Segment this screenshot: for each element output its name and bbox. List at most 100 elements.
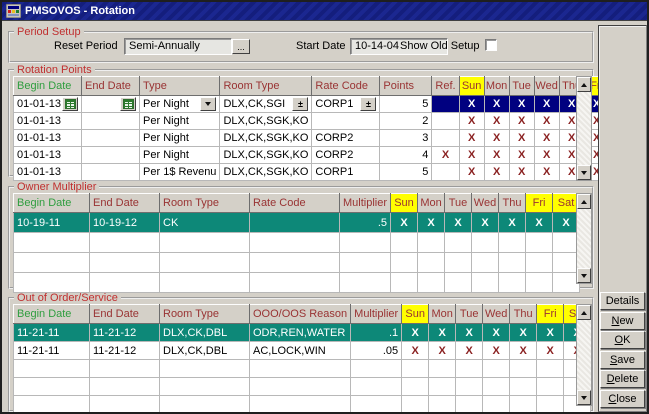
day-cell[interactable] [429,396,456,414]
day-cell[interactable]: X [445,213,472,233]
day-cell[interactable] [537,396,564,414]
day-cell[interactable]: X [534,164,559,181]
day-cell[interactable] [526,273,553,293]
grid-cell[interactable] [250,273,340,293]
day-cell[interactable]: X [509,113,534,130]
grid-cell[interactable]: 10-19-12 [90,213,160,233]
day-cell[interactable]: X [472,213,499,233]
day-cell[interactable]: X [483,342,510,360]
grid-cell[interactable] [14,253,90,273]
day-cell[interactable] [537,378,564,396]
grid-cell[interactable] [90,253,160,273]
new-button[interactable]: New [600,312,645,330]
day-cell[interactable]: X [510,324,537,342]
day-cell[interactable]: X [459,147,484,164]
day-cell[interactable] [402,378,429,396]
day-cell[interactable] [483,378,510,396]
grid-cell[interactable]: Per Night [140,130,220,147]
day-cell[interactable] [537,360,564,378]
day-cell[interactable]: X [499,213,526,233]
calendar-icon[interactable] [62,97,78,111]
scroll-up-icon[interactable] [577,305,591,320]
scroll-up-icon[interactable] [577,77,591,92]
day-cell[interactable] [499,233,526,253]
grid-cell[interactable] [160,360,250,378]
grid-cell[interactable]: X [432,147,459,164]
day-cell[interactable]: X [418,213,445,233]
grid-cell[interactable]: 10-19-11 [14,213,90,233]
day-cell[interactable] [526,253,553,273]
grid-cell[interactable] [14,233,90,253]
grid-cell[interactable]: 01-01-13 [14,130,82,147]
scroll-up-icon[interactable] [577,194,591,209]
grid-cell[interactable]: DLX,CK,SGK,KO [220,113,312,130]
day-cell[interactable]: X [510,342,537,360]
day-cell[interactable]: X [456,342,483,360]
grid-cell[interactable]: CORP2 [312,130,380,147]
day-cell[interactable] [418,233,445,253]
grid-cell[interactable] [14,360,90,378]
grid-cell[interactable]: DLX,CK,SGK,KO [220,164,312,181]
day-cell[interactable] [418,253,445,273]
scroll-track[interactable] [577,209,591,268]
grid-cell[interactable] [340,233,391,253]
grid-cell[interactable]: DLX,CK,SGI± [220,96,312,113]
day-cell[interactable]: X [484,113,509,130]
day-cell[interactable]: X [526,213,553,233]
day-cell[interactable]: X [537,342,564,360]
day-cell[interactable]: X [459,96,484,113]
grid-cell[interactable]: Per Night [140,96,220,113]
grid-cell[interactable]: 11-21-12 [90,342,160,360]
grid-cell[interactable]: 5 [380,96,432,113]
grid-cell[interactable] [250,233,340,253]
grid-cell[interactable]: CORP1 [312,164,380,181]
grid-cell[interactable]: DLX,CK,DBL [160,342,250,360]
day-cell[interactable] [510,378,537,396]
grid-cell[interactable] [351,360,402,378]
grid-cell[interactable] [14,396,90,414]
day-cell[interactable]: X [459,113,484,130]
reset-period-field[interactable]: Semi-Annually [124,38,232,55]
day-cell[interactable] [445,273,472,293]
day-cell[interactable] [456,378,483,396]
day-cell[interactable] [483,396,510,414]
day-cell[interactable]: X [391,213,418,233]
grid-cell[interactable] [432,96,459,113]
grid-cell[interactable] [340,273,391,293]
day-cell[interactable]: X [509,130,534,147]
scroll-track[interactable] [577,92,591,165]
grid-cell[interactable]: DLX,CK,DBL [160,324,250,342]
day-cell[interactable]: X [484,130,509,147]
day-cell[interactable]: X [402,342,429,360]
day-cell[interactable]: X [534,130,559,147]
grid-cell[interactable] [160,378,250,396]
day-cell[interactable]: X [534,113,559,130]
reset-period-ellipsis-button[interactable]: ... [232,39,250,54]
day-cell[interactable] [472,273,499,293]
dropdown-arrow-icon[interactable] [200,97,216,111]
grid-cell[interactable]: 4 [380,147,432,164]
grid-cell[interactable]: Per Night [140,113,220,130]
grid-cell[interactable] [250,378,351,396]
day-cell[interactable] [472,253,499,273]
grid-cell[interactable]: CORP2 [312,147,380,164]
day-cell[interactable] [499,273,526,293]
grid-cell[interactable]: 01-01-13 [14,113,82,130]
day-cell[interactable] [510,360,537,378]
grid-cell[interactable]: 2 [380,113,432,130]
grid-cell[interactable] [90,396,160,414]
day-cell[interactable]: X [459,164,484,181]
grid-cell[interactable]: 01-01-13 [14,96,82,113]
grid-cell[interactable]: ODR,REN,WATER [250,324,351,342]
day-cell[interactable] [445,233,472,253]
day-cell[interactable]: X [459,130,484,147]
day-cell[interactable]: X [484,96,509,113]
day-cell[interactable] [483,360,510,378]
grid-cell[interactable] [160,253,250,273]
grid-cell[interactable] [160,233,250,253]
grid-cell[interactable] [250,360,351,378]
day-cell[interactable]: X [429,342,456,360]
grid-cell[interactable] [82,164,140,181]
save-button[interactable]: Save [600,351,645,369]
day-cell[interactable]: X [402,324,429,342]
